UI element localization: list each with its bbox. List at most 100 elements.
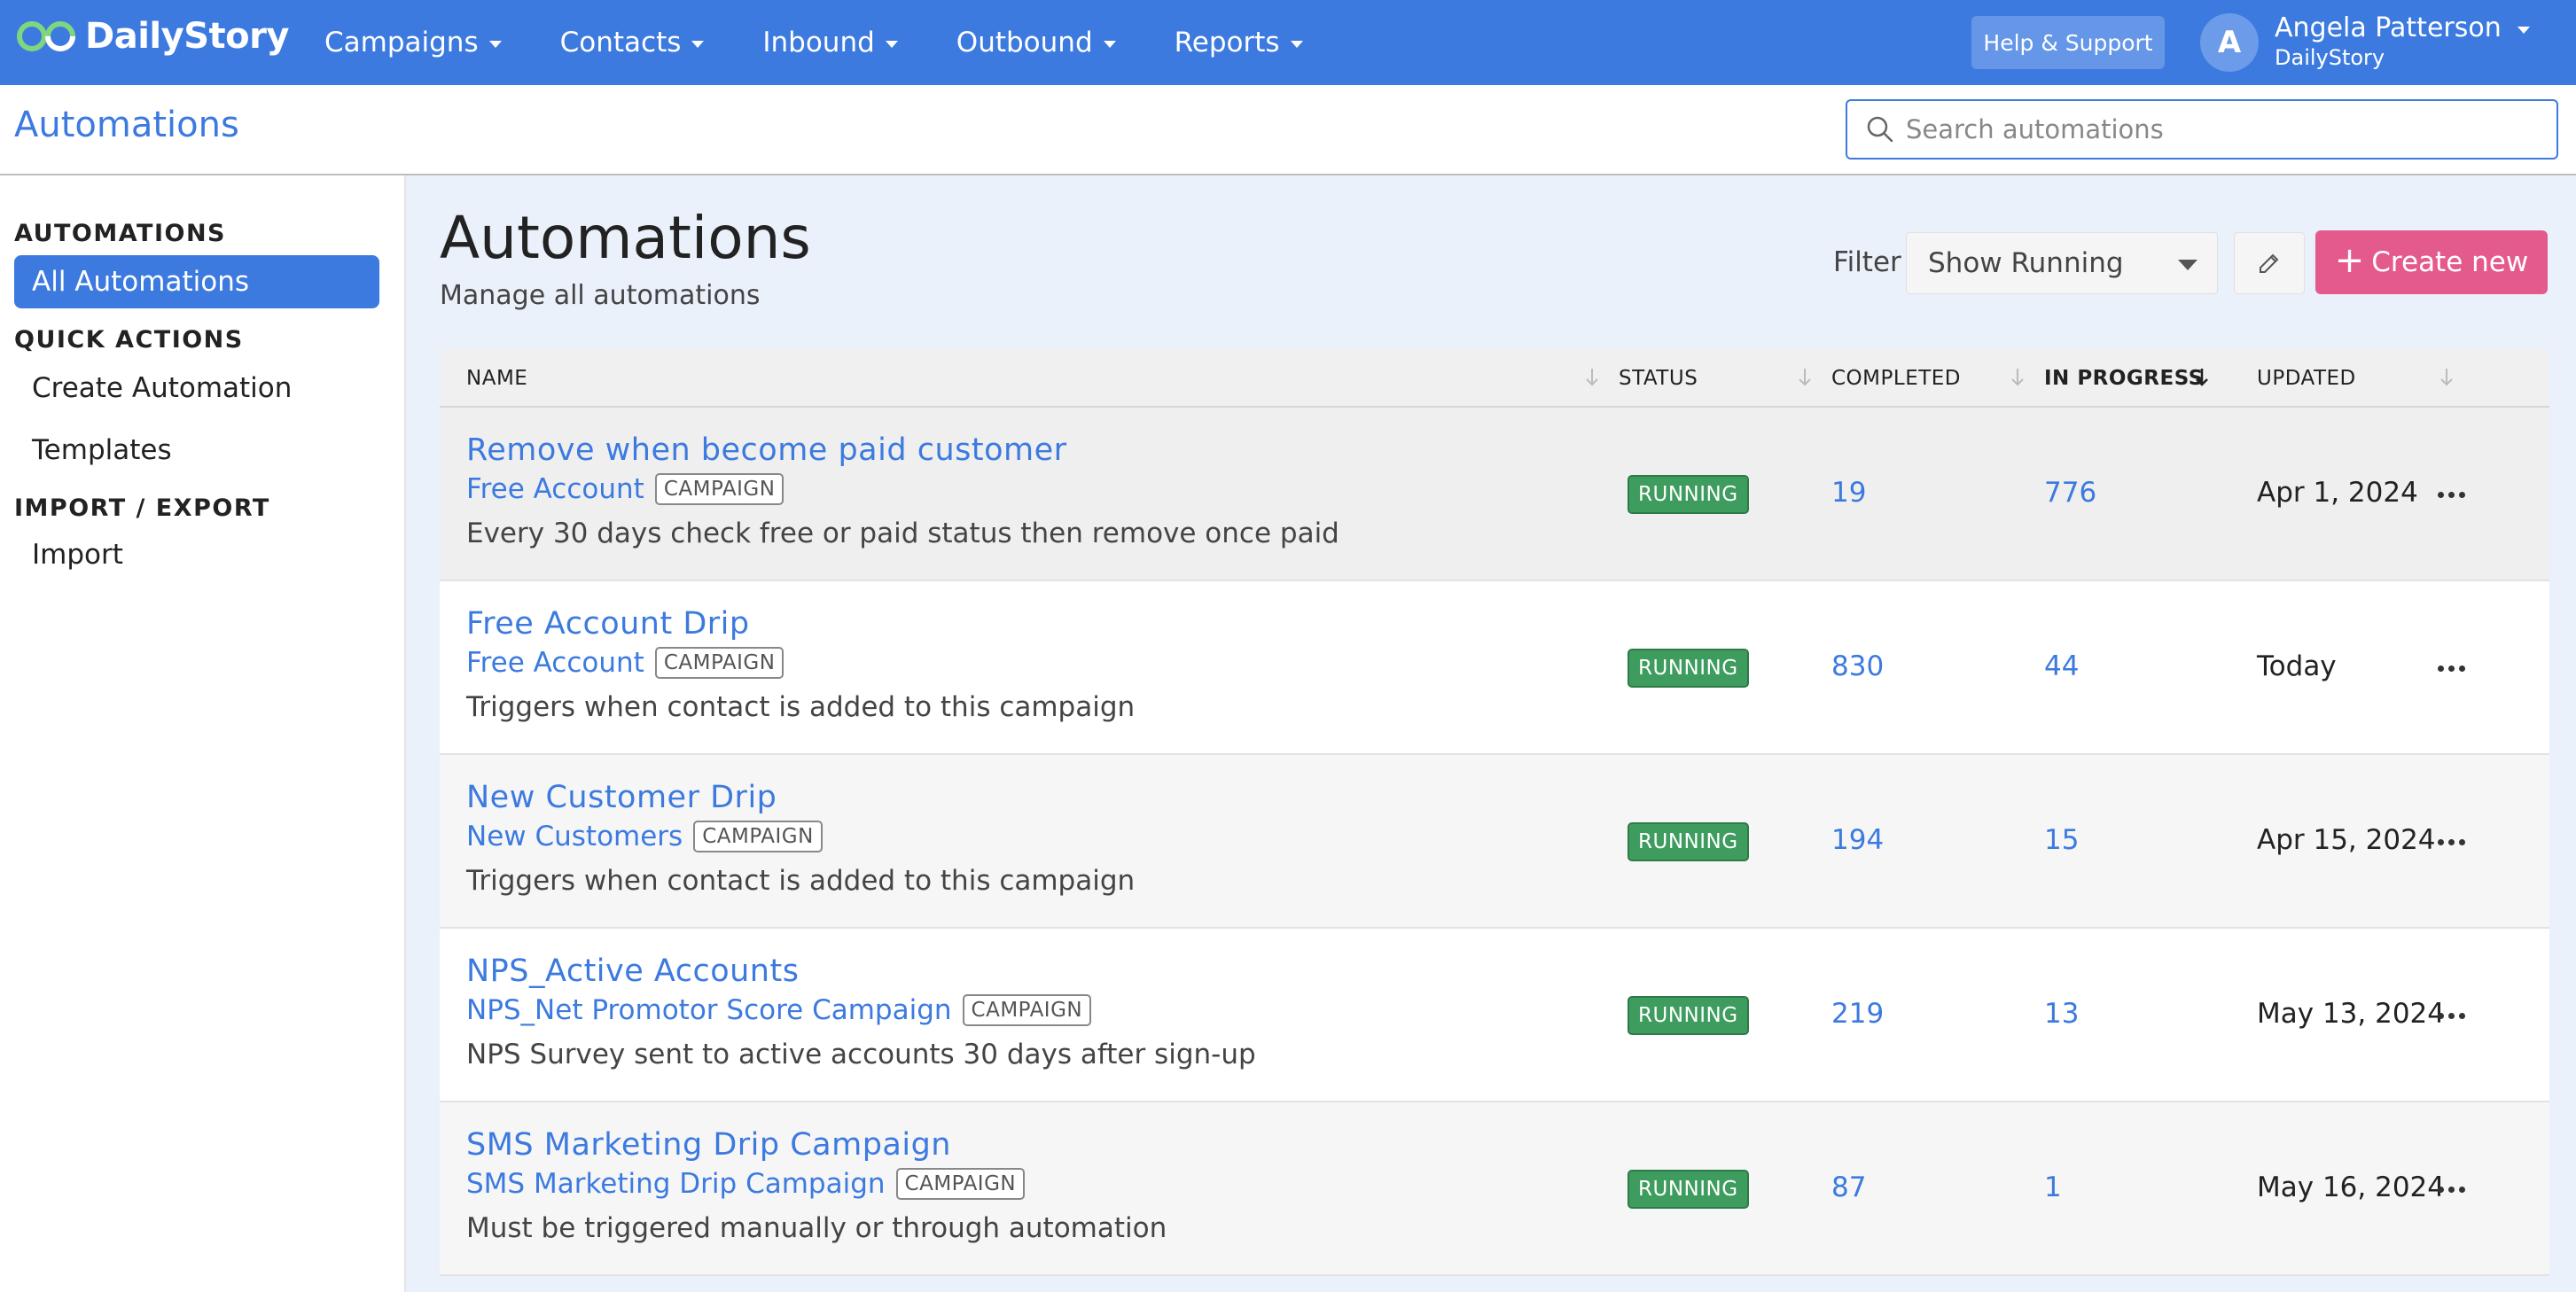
user-menu[interactable]: Angela Patterson DailyStory <box>2275 12 2530 70</box>
search-box[interactable] <box>1846 99 2558 160</box>
edit-button[interactable] <box>2234 232 2305 294</box>
chevron-down-icon <box>1103 41 1116 48</box>
sort-arrow-icon[interactable] <box>1583 365 1601 390</box>
automation-name-link[interactable]: Remove when become paid customer <box>466 432 1067 468</box>
automation-name-link[interactable]: Free Account Drip <box>466 606 750 642</box>
campaign-link[interactable]: Free Account <box>466 647 644 679</box>
create-new-button[interactable]: + Create new <box>2315 230 2548 294</box>
table-header: NAME STATUS COMPLETED IN PROGRESS UPDATE… <box>440 349 2549 408</box>
table-row[interactable]: Free Account Drip Free Account CAMPAIGN T… <box>440 581 2549 755</box>
column-header-name[interactable]: NAME <box>466 367 527 390</box>
automations-table: NAME STATUS COMPLETED IN PROGRESS UPDATE… <box>440 349 2549 1276</box>
status-badge: RUNNING <box>1628 1170 1749 1209</box>
sort-arrow-icon[interactable] <box>2438 365 2455 390</box>
column-header-status[interactable]: STATUS <box>1619 367 1698 390</box>
chevron-down-icon <box>488 41 502 48</box>
table-row[interactable]: NPS_Active Accounts NPS_Net Promotor Sco… <box>440 929 2549 1102</box>
sidebar-heading-import-export: IMPORT / EXPORT <box>14 494 270 522</box>
chevron-down-icon <box>1290 41 1303 48</box>
in-progress-count-link[interactable]: 776 <box>2044 477 2096 509</box>
more-options-icon[interactable] <box>2429 1171 2473 1207</box>
nav-reports[interactable]: Reports <box>1175 27 1303 58</box>
in-progress-count-link[interactable]: 44 <box>2044 650 2079 682</box>
updated-date: Apr 1, 2024 <box>2257 477 2418 509</box>
nav-inbound[interactable]: Inbound <box>762 27 898 58</box>
search-input[interactable] <box>1906 114 2526 144</box>
help-support-button[interactable]: Help & Support <box>1971 16 2165 69</box>
main-menu: Campaigns Contacts Inbound Outbound Repo… <box>324 0 1362 85</box>
completed-count-link[interactable]: 830 <box>1831 650 1884 682</box>
search-icon <box>1867 116 1893 143</box>
campaign-link[interactable]: SMS Marketing Drip Campaign <box>466 1168 886 1200</box>
user-org: DailyStory <box>2275 45 2385 70</box>
automation-description: Every 30 days check free or paid status … <box>466 518 1339 549</box>
sidebar-item-import[interactable]: Import <box>14 528 379 581</box>
sidebar-heading-automations: AUTOMATIONS <box>14 220 226 247</box>
page-title: Automations <box>440 204 811 272</box>
page-subtitle: Manage all automations <box>440 280 761 311</box>
brand-name: DailyStory <box>85 16 289 57</box>
chevron-down-icon <box>691 41 705 48</box>
column-header-in-progress[interactable]: IN PROGRESS <box>2044 367 2204 390</box>
sort-arrow-icon[interactable] <box>2009 365 2026 390</box>
automation-description: Must be triggered manually or through au… <box>466 1212 1167 1244</box>
nav-campaigns[interactable]: Campaigns <box>324 27 502 58</box>
status-badge: RUNNING <box>1628 822 1749 861</box>
more-options-icon[interactable] <box>2429 824 2473 860</box>
completed-count-link[interactable]: 87 <box>1831 1171 1866 1203</box>
column-header-updated[interactable]: UPDATED <box>2257 367 2356 390</box>
campaign-badge: CAMPAIGN <box>693 821 823 852</box>
campaign-link[interactable]: NPS_Net Promotor Score Campaign <box>466 994 952 1026</box>
automation-description: NPS Survey sent to active accounts 30 da… <box>466 1039 1256 1070</box>
updated-date: Apr 15, 2024 <box>2257 824 2436 856</box>
automation-description: Triggers when contact is added to this c… <box>466 691 1136 723</box>
campaign-badge: CAMPAIGN <box>654 473 785 505</box>
filter-label: Filter <box>1833 246 1901 278</box>
completed-count-link[interactable]: 194 <box>1831 824 1884 856</box>
completed-count-link[interactable]: 19 <box>1831 477 1866 509</box>
status-badge: RUNNING <box>1628 649 1749 688</box>
table-row[interactable]: New Customer Drip New Customers CAMPAIGN … <box>440 755 2549 929</box>
campaign-badge: CAMPAIGN <box>962 994 1092 1026</box>
sidebar-item-create-automation[interactable]: Create Automation <box>14 362 379 415</box>
campaign-link[interactable]: New Customers <box>466 821 683 852</box>
sidebar-heading-quick-actions: QUICK ACTIONS <box>14 326 244 354</box>
main-content: Automations Manage all automations Filte… <box>406 175 2576 1292</box>
plus-icon: + <box>2334 240 2365 281</box>
column-header-completed[interactable]: COMPLETED <box>1831 367 1961 390</box>
sidebar: AUTOMATIONS All Automations QUICK ACTION… <box>0 175 406 1292</box>
nav-outbound[interactable]: Outbound <box>956 27 1116 58</box>
updated-date: May 13, 2024 <box>2257 998 2445 1030</box>
table-row[interactable]: Remove when become paid customer Free Ac… <box>440 408 2549 581</box>
in-progress-count-link[interactable]: 1 <box>2044 1171 2062 1203</box>
filter-value: Show Running <box>1928 247 2124 279</box>
in-progress-count-link[interactable]: 15 <box>2044 824 2079 856</box>
automation-name-link[interactable]: SMS Marketing Drip Campaign <box>466 1127 951 1163</box>
sort-arrow-icon[interactable] <box>1796 365 1814 390</box>
more-options-icon[interactable] <box>2429 477 2473 512</box>
more-options-icon[interactable] <box>2429 998 2473 1033</box>
updated-date: Today <box>2257 650 2337 682</box>
filter-select[interactable]: Show Running <box>1906 232 2218 294</box>
sort-arrow-active-icon[interactable] <box>2193 365 2211 390</box>
campaign-link[interactable]: Free Account <box>466 473 644 505</box>
page-header: Automations <box>0 85 2576 175</box>
status-badge: RUNNING <box>1628 475 1749 514</box>
header-title: Automations <box>14 105 239 145</box>
infinity-logo-icon <box>17 21 75 51</box>
table-row[interactable]: SMS Marketing Drip Campaign SMS Marketin… <box>440 1102 2549 1276</box>
sidebar-item-templates[interactable]: Templates <box>14 424 379 477</box>
automation-name-link[interactable]: NPS_Active Accounts <box>466 953 799 989</box>
avatar[interactable]: A <box>2200 13 2259 72</box>
nav-contacts[interactable]: Contacts <box>560 27 705 58</box>
user-name: Angela Patterson <box>2275 12 2502 43</box>
chevron-down-icon <box>2517 26 2530 34</box>
sidebar-item-all-automations[interactable]: All Automations <box>14 255 379 308</box>
top-navbar: DailyStory Campaigns Contacts Inbound Ou… <box>0 0 2576 85</box>
automation-name-link[interactable]: New Customer Drip <box>466 780 777 815</box>
dropdown-arrow-icon <box>2178 260 2197 270</box>
more-options-icon[interactable] <box>2429 650 2473 686</box>
brand-logo[interactable]: DailyStory <box>14 16 289 57</box>
in-progress-count-link[interactable]: 13 <box>2044 998 2079 1030</box>
completed-count-link[interactable]: 219 <box>1831 998 1884 1030</box>
